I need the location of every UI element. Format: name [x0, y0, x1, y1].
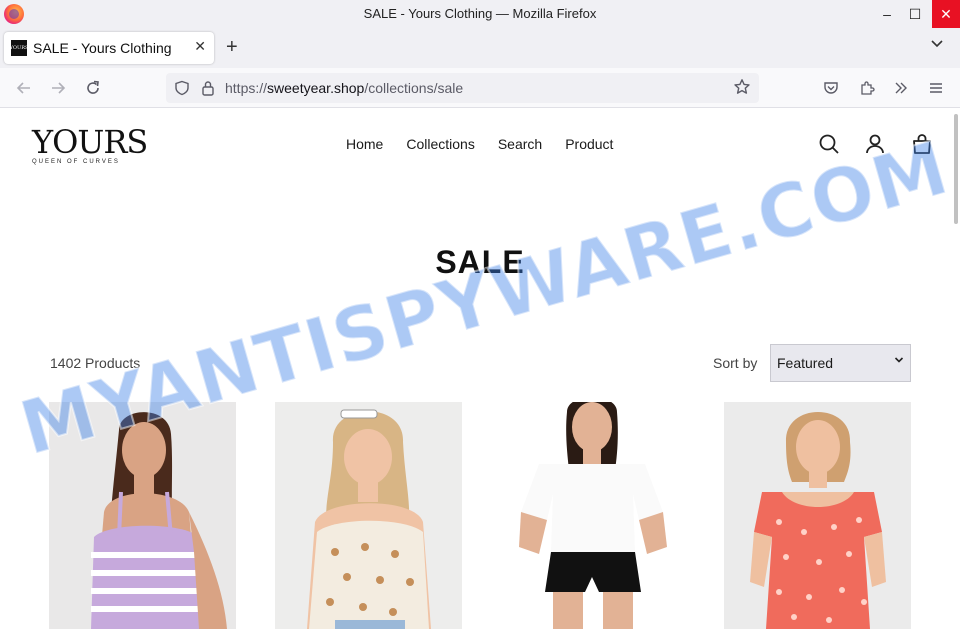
main-navigation: Home Collections Search Product [346, 136, 636, 152]
shield-icon [175, 80, 189, 96]
nav-link-home[interactable]: Home [346, 136, 383, 152]
navigation-toolbar: https://sweetyear.shop/collections/sale [0, 68, 960, 108]
cart-icon [913, 134, 931, 154]
pocket-icon [824, 82, 838, 94]
page-title: SALE [435, 244, 525, 280]
hamburger-menu-icon [930, 83, 942, 93]
product-card[interactable] [49, 402, 236, 629]
chevron-down-icon [894, 357, 904, 363]
star-icon [734, 79, 750, 94]
window-title: SALE - Yours Clothing — Mozilla Firefox [363, 6, 597, 21]
lock-icon [202, 81, 214, 96]
site-logo[interactable]: YOURS QUEEN OF CURVES [32, 123, 148, 165]
tab-strip: YOURS SALE - Yours Clothing ✕ + [0, 28, 960, 68]
product-image [91, 412, 227, 629]
site-info-button[interactable] [200, 80, 216, 96]
web-page: YOURS QUEEN OF CURVES Home Collections S… [0, 108, 960, 629]
overflow-icon [895, 82, 907, 94]
list-all-tabs-button[interactable] [930, 38, 944, 52]
minimize-button[interactable]: – [872, 0, 902, 28]
url-bar[interactable]: https://sweetyear.shop/collections/sale [166, 73, 759, 103]
new-tab-button[interactable]: + [226, 36, 238, 58]
forward-button[interactable] [46, 76, 70, 100]
chevron-down-icon [931, 40, 943, 48]
reload-button[interactable] [81, 76, 105, 100]
product-card[interactable] [499, 402, 686, 629]
back-arrow-icon [16, 82, 30, 94]
product-image [307, 409, 431, 629]
url-text[interactable]: https://sweetyear.shop/collections/sale [225, 80, 463, 96]
header-account-button[interactable] [863, 132, 887, 156]
back-button[interactable] [12, 76, 36, 100]
nav-link-product[interactable]: Product [565, 136, 613, 152]
scrollbar-thumb[interactable] [954, 114, 958, 224]
header-search-button[interactable] [817, 132, 841, 156]
product-image [750, 412, 886, 629]
nav-link-search[interactable]: Search [498, 136, 542, 152]
bookmark-button[interactable] [733, 78, 751, 101]
tab-close-button[interactable]: ✕ [194, 38, 206, 55]
sort-label: Sort by [713, 355, 758, 371]
forward-arrow-icon [52, 82, 66, 94]
app-menu-button[interactable] [924, 76, 948, 100]
product-count: 1402 Products [50, 355, 141, 371]
page-scrollbar[interactable] [952, 108, 960, 629]
url-domain: sweetyear.shop [267, 80, 365, 96]
sort-selected-value: Featured [777, 355, 834, 371]
tracking-protection-button[interactable] [174, 80, 190, 96]
logo-wordmark: YOURS [32, 123, 148, 161]
close-window-button[interactable]: ✕ [932, 0, 960, 28]
maximize-button[interactable]: ☐ [900, 0, 930, 28]
header-cart-button[interactable] [910, 132, 934, 156]
product-image [519, 402, 667, 629]
url-prefix: https:// [225, 80, 268, 96]
window-titlebar: SALE - Yours Clothing — Mozilla Firefox … [0, 0, 960, 28]
product-card[interactable] [275, 402, 462, 629]
product-card[interactable] [724, 402, 911, 629]
reload-icon [87, 80, 99, 94]
overflow-menu-button[interactable] [889, 76, 913, 100]
tab-title: SALE - Yours Clothing [33, 40, 172, 56]
nav-link-collections[interactable]: Collections [406, 136, 474, 152]
tab-favicon-icon: YOURS [10, 40, 28, 56]
sort-select[interactable]: Featured [770, 344, 911, 382]
url-path: /collections/sale [364, 80, 464, 96]
search-icon [819, 134, 839, 154]
account-icon [866, 134, 884, 154]
extensions-button[interactable] [855, 76, 879, 100]
pocket-button[interactable] [819, 76, 843, 100]
extensions-icon [861, 81, 875, 95]
tab-active[interactable]: YOURS SALE - Yours Clothing ✕ [4, 32, 214, 64]
